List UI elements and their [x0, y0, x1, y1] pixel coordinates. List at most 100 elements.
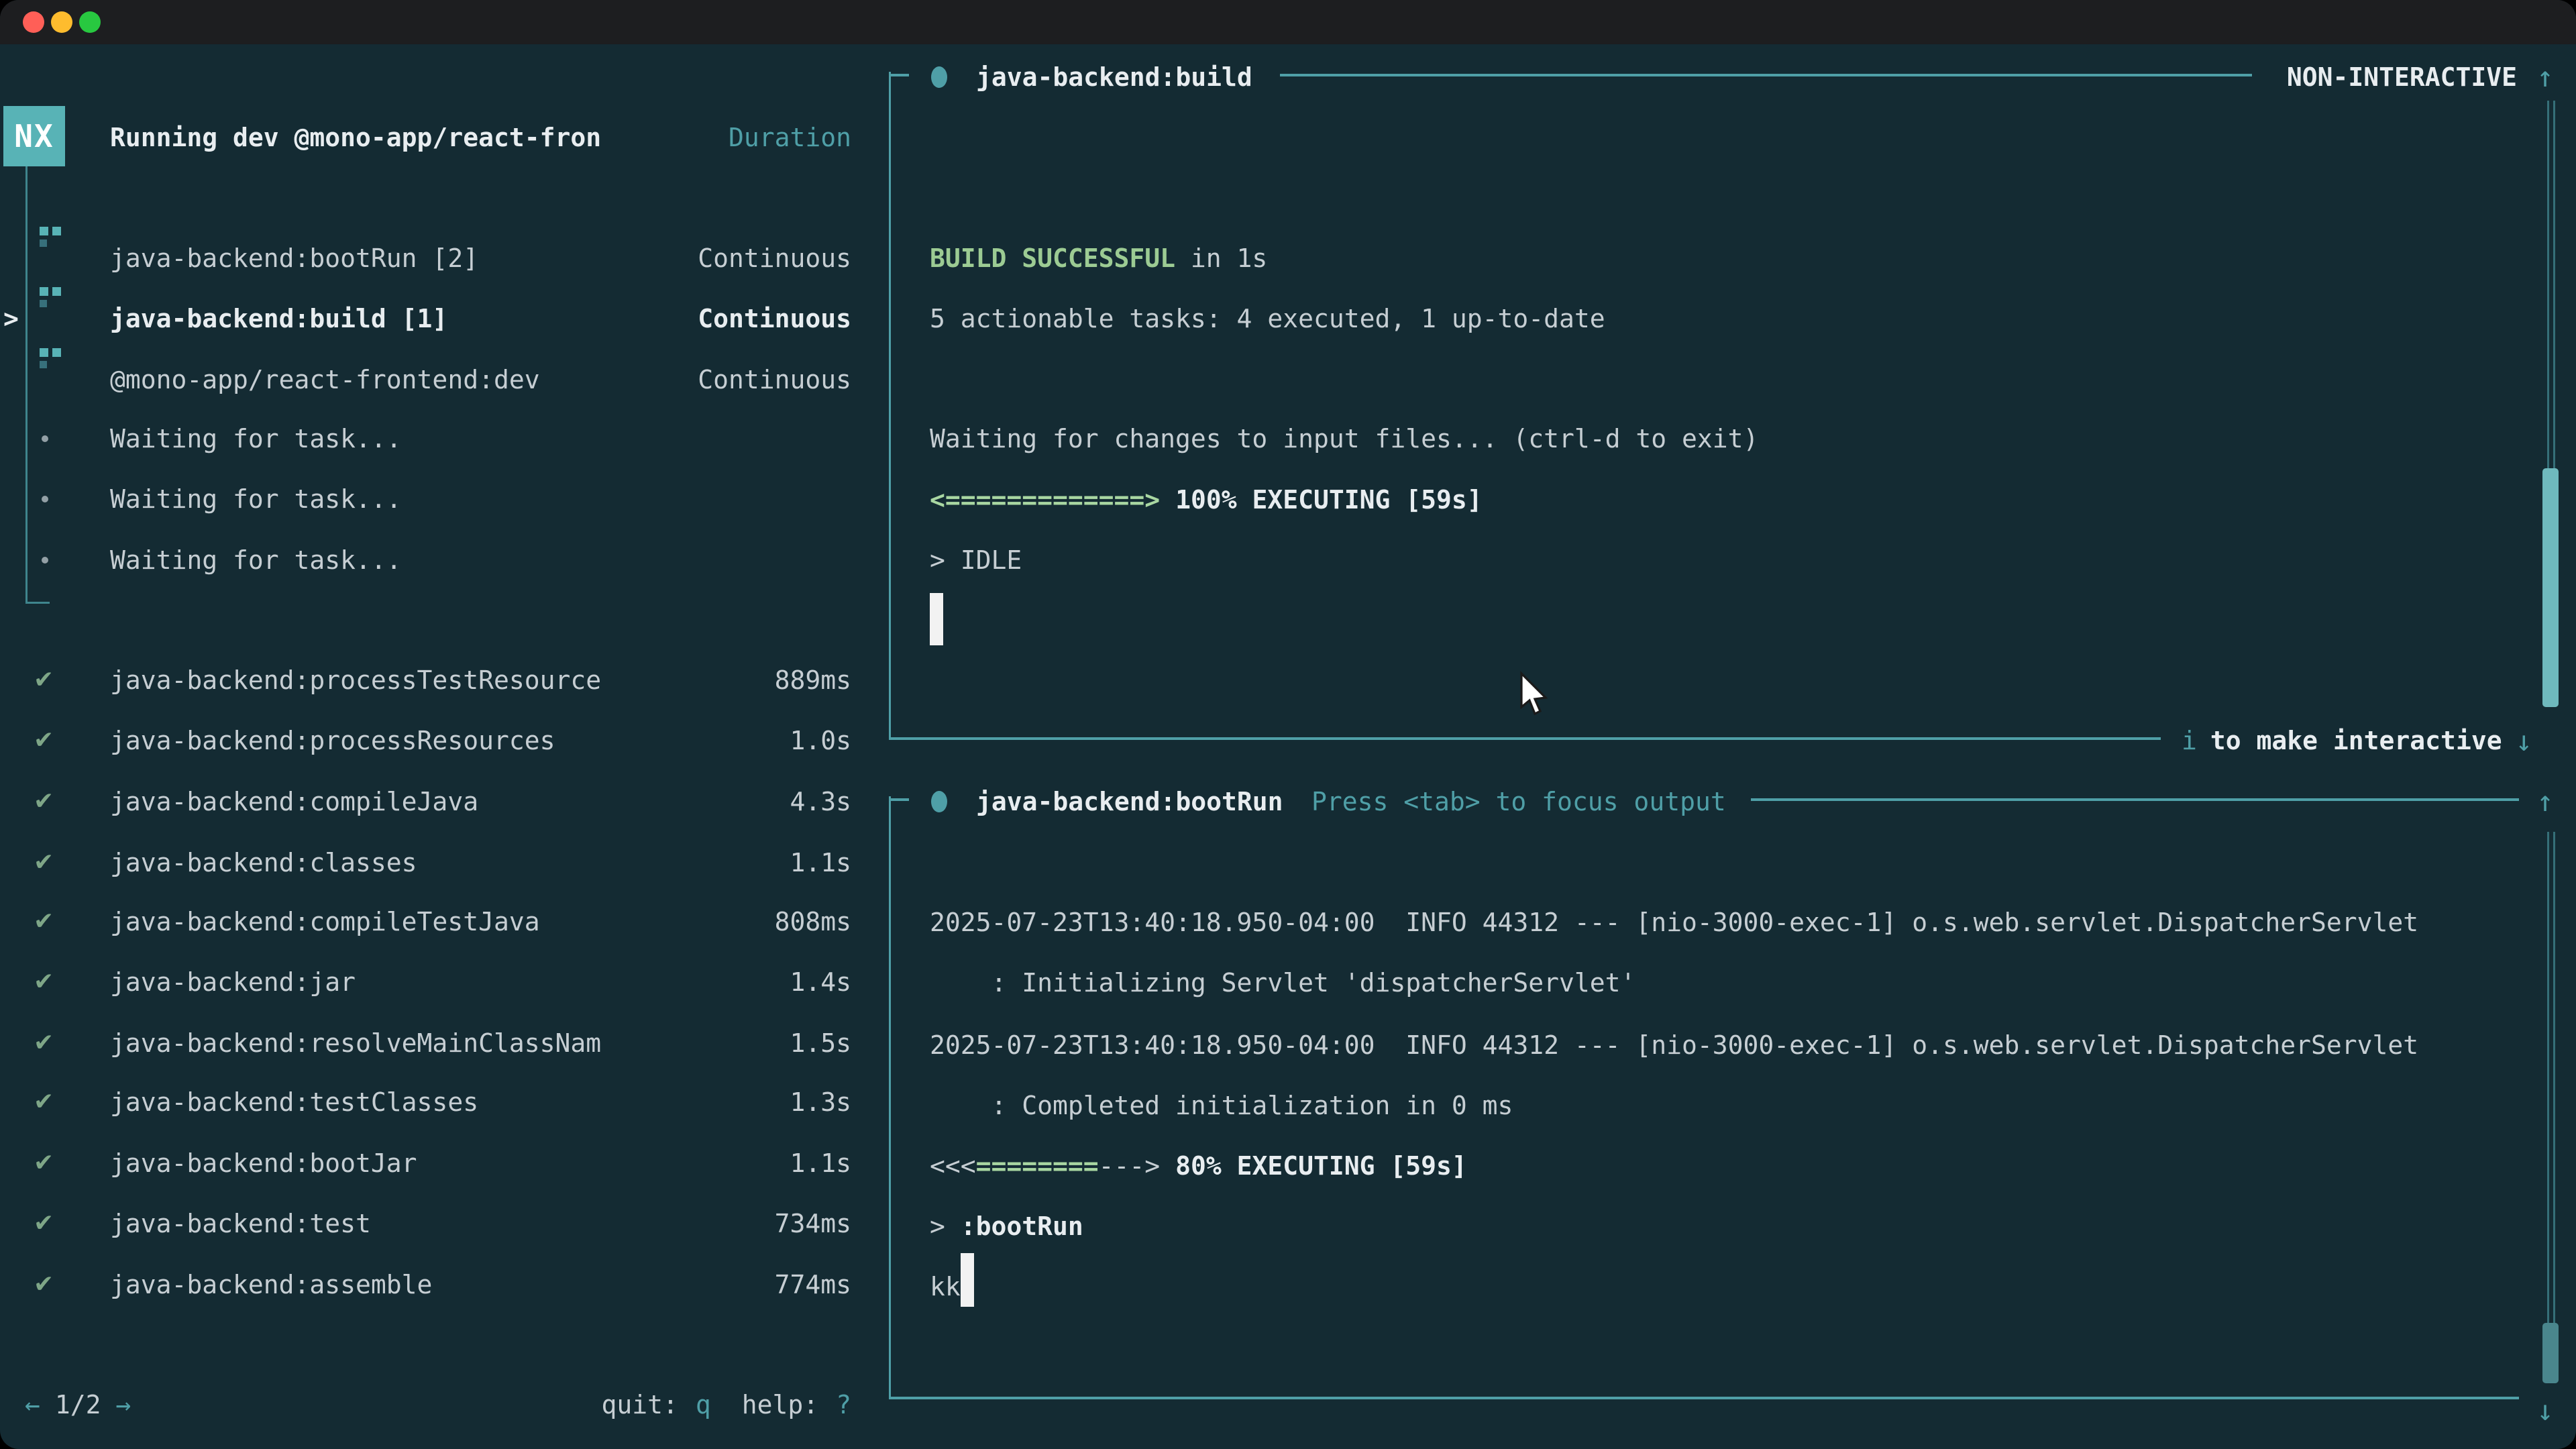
- check-icon: ✔: [34, 1254, 74, 1315]
- log-line: : Initializing Servlet 'dispatcherServle…: [930, 953, 1635, 1013]
- terminal-window: NX Running dev @mono-app/react-fron Dura…: [0, 0, 2576, 1449]
- task-duration: 774ms: [583, 1254, 851, 1315]
- non-interactive-badge: NON-INTERACTIVE: [2249, 47, 2517, 107]
- check-icon: ✔: [34, 1072, 74, 1132]
- scroll-down-icon[interactable]: ↓: [2516, 724, 2532, 757]
- panel-header-rule: [1751, 798, 2519, 801]
- check-icon: ✔: [34, 1133, 74, 1193]
- close-button-icon[interactable]: [23, 11, 44, 33]
- task-duration: 1.1s: [583, 833, 851, 893]
- task-row[interactable]: java-backend:compileJava: [110, 771, 478, 832]
- pager-prev-icon[interactable]: ←: [25, 1390, 40, 1419]
- task-duration: 1.4s: [583, 952, 851, 1012]
- scrollbar-track[interactable]: [2547, 832, 2555, 1383]
- build-panel-title: java-backend:build: [976, 47, 1252, 107]
- progress-bar: ========: [976, 1151, 1099, 1181]
- task-row[interactable]: java-backend:assemble: [110, 1254, 432, 1315]
- check-icon: ✔: [34, 710, 74, 771]
- bootrun-panel-title: java-backend:bootRun: [976, 771, 1283, 832]
- bootrun-progress-line: <<<========---> 80% EXECUTING [59s]: [930, 1136, 1467, 1196]
- gradle-prompt-line: > :bootRun: [930, 1196, 1083, 1256]
- build-successful-label: BUILD SUCCESSFUL: [930, 244, 1175, 273]
- task-duration: Continuous: [583, 350, 851, 410]
- task-row[interactable]: java-backend:bootJar: [110, 1133, 417, 1193]
- progress-prefix: <<<: [930, 1151, 976, 1181]
- terminal-cursor: [961, 1253, 974, 1307]
- zoom-button-icon[interactable]: [79, 11, 101, 33]
- progress-suffix: --->: [1099, 1151, 1161, 1181]
- task-status-dot-icon: [931, 66, 947, 88]
- task-row[interactable]: java-backend:resolveMainClassNam: [110, 1013, 601, 1073]
- scrollbar-thumb[interactable]: [2542, 468, 2559, 707]
- minimize-button-icon[interactable]: [51, 11, 72, 33]
- waiting-dot-icon: [42, 496, 48, 502]
- task-duration: 889ms: [583, 650, 851, 710]
- typed-input-text[interactable]: kk: [930, 1256, 961, 1317]
- task-row[interactable]: java-backend:processTestResource: [110, 650, 601, 710]
- task-duration: 4.3s: [583, 771, 851, 832]
- build-time: in 1s: [1175, 244, 1267, 273]
- prompt-arrow: >: [930, 1212, 961, 1241]
- log-line: 2025-07-23T13:40:18.950-04:00 INFO 44312…: [930, 1015, 2418, 1075]
- task-row[interactable]: java-backend:compileTestJava: [110, 892, 540, 952]
- sidebar-title: Running dev @mono-app/react-fron: [110, 107, 601, 168]
- prompt-task-name: :bootRun: [961, 1212, 1083, 1241]
- waiting-task-row: Waiting for task...: [110, 409, 402, 469]
- keyboard-hints: quit: q help: ?: [583, 1375, 851, 1435]
- interactive-hint-key: i: [2182, 726, 2197, 755]
- task-duration: 1.1s: [583, 1133, 851, 1193]
- check-icon: ✔: [34, 1193, 74, 1254]
- selected-task-arrow-icon: >: [3, 288, 19, 349]
- spinner-icon: [40, 227, 62, 250]
- scroll-up-icon[interactable]: ↑: [2526, 771, 2564, 832]
- mouse-cursor-icon: [1515, 671, 1551, 720]
- build-summary-line: 5 actionable tasks: 4 executed, 1 up-to-…: [930, 288, 1605, 349]
- task-duration: 1.0s: [583, 710, 851, 771]
- nx-logo: NX: [3, 106, 65, 166]
- focus-output-hint: Press <tab> to focus output: [1311, 771, 1726, 832]
- task-row[interactable]: java-backend:test: [110, 1193, 371, 1254]
- panel-corner-stub: [889, 74, 909, 76]
- duration-column-header: Duration: [583, 107, 851, 168]
- quit-hint-label: quit:: [601, 1390, 678, 1419]
- progress-bar: <=============>: [930, 485, 1160, 515]
- waiting-dot-icon: [42, 557, 48, 564]
- task-row[interactable]: java-backend:jar: [110, 952, 356, 1012]
- task-row-build-selected[interactable]: java-backend:build [1]: [110, 288, 447, 349]
- spinner-icon: [40, 348, 62, 371]
- build-progress-line: <=============> 100% EXECUTING [59s]: [930, 470, 1483, 530]
- progress-status-text: [1160, 1151, 1175, 1181]
- log-line: : Completed initialization in 0 ms: [930, 1075, 1513, 1136]
- check-icon: ✔: [34, 771, 74, 832]
- titlebar[interactable]: [0, 0, 2576, 44]
- waiting-dot-icon: [42, 435, 48, 442]
- check-icon: ✔: [34, 892, 74, 952]
- scrollbar-thumb[interactable]: [2542, 1323, 2559, 1383]
- panel-bottom-border: [889, 1397, 2519, 1399]
- task-row[interactable]: java-backend:classes: [110, 833, 417, 893]
- pager-next-icon[interactable]: →: [116, 1390, 131, 1419]
- progress-status-value: 80% EXECUTING [59s]: [1175, 1151, 1467, 1181]
- check-icon: ✔: [34, 1013, 74, 1073]
- waiting-task-row: Waiting for task...: [110, 530, 402, 590]
- build-waiting-line: Waiting for changes to input files... (c…: [930, 409, 1758, 469]
- task-row[interactable]: java-backend:testClasses: [110, 1072, 478, 1132]
- panel-left-border: [889, 796, 891, 1399]
- waiting-task-row: Waiting for task...: [110, 469, 402, 529]
- scroll-up-icon[interactable]: ↑: [2526, 47, 2564, 107]
- check-icon: ✔: [34, 952, 74, 1012]
- help-key: ?: [836, 1390, 851, 1419]
- build-idle-line: > IDLE: [930, 530, 1022, 590]
- task-duration: 1.3s: [583, 1072, 851, 1132]
- task-row-bootrun[interactable]: java-backend:bootRun [2]: [110, 228, 478, 288]
- log-line: 2025-07-23T13:40:18.950-04:00 INFO 44312…: [930, 892, 2418, 953]
- task-group-connector-line: [25, 166, 28, 604]
- task-row[interactable]: java-backend:processResources: [110, 710, 555, 771]
- task-row-frontend-dev[interactable]: @mono-app/react-frontend:dev: [110, 350, 540, 410]
- build-result-line: BUILD SUCCESSFUL in 1s: [930, 228, 1267, 288]
- spinner-icon: [40, 287, 62, 310]
- scroll-down-icon[interactable]: ↓: [2526, 1381, 2564, 1441]
- task-duration: Continuous: [583, 228, 851, 288]
- panel-left-border: [889, 72, 891, 740]
- panel-bottom-border: [889, 737, 2161, 740]
